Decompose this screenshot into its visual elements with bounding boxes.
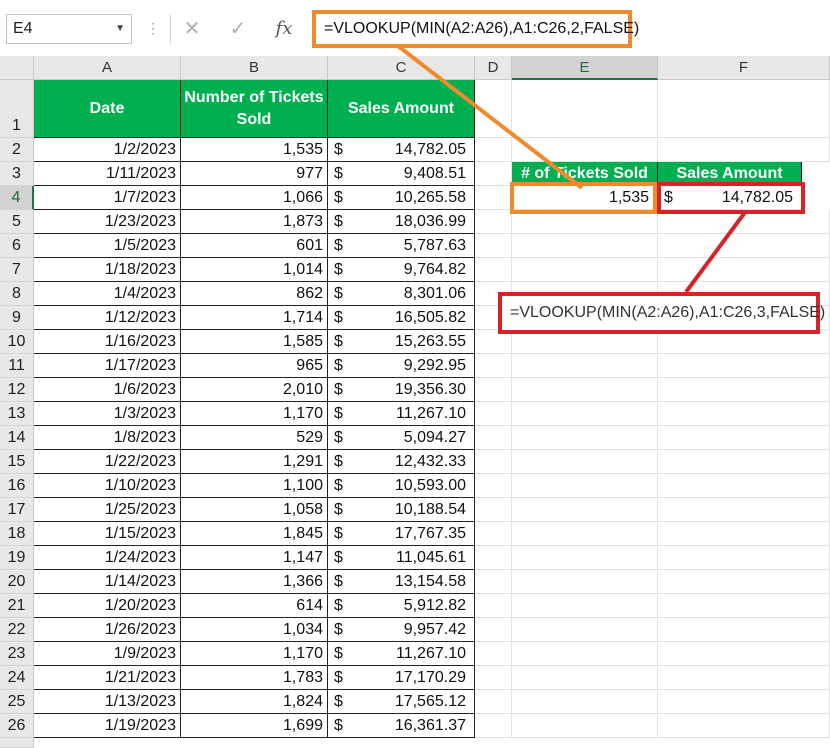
callout-connectors: [396, 44, 748, 294]
red-connector: [684, 209, 748, 294]
orange-connector: [396, 44, 584, 190]
